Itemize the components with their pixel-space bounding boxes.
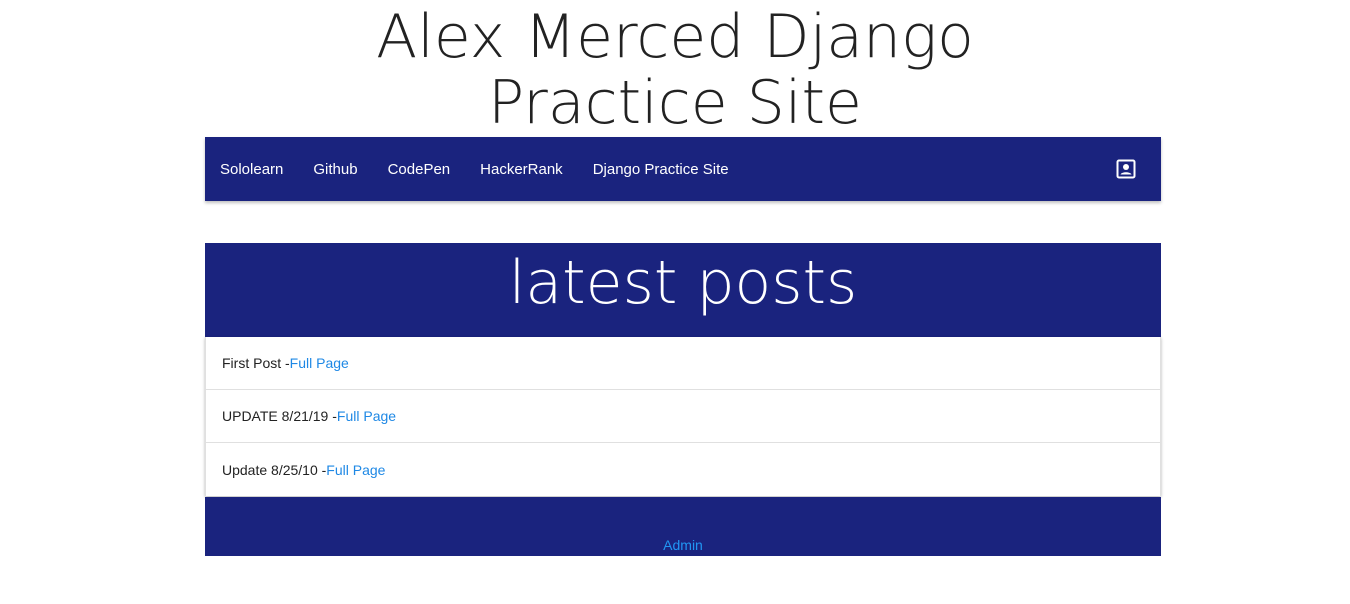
admin-link[interactable]: Admin bbox=[205, 537, 1161, 553]
nav-link-sololearn[interactable]: Sololearn bbox=[220, 161, 283, 178]
site-title-line-1: Alex Merced Django bbox=[376, 2, 974, 72]
post-title: Update 8/25/10 - bbox=[222, 461, 327, 478]
list-item: UPDATE 8/21/19 - Full Page bbox=[206, 390, 1160, 443]
posts-heading: latest posts bbox=[205, 243, 1161, 337]
navbar: Sololearn Github CodePen HackerRank Djan… bbox=[205, 137, 1161, 201]
post-title: First Post - bbox=[222, 355, 290, 371]
site-title: Alex Merced Django Practice Site bbox=[0, 0, 1350, 136]
full-page-link[interactable]: Full Page bbox=[290, 355, 349, 371]
nav-links: Sololearn Github CodePen HackerRank Djan… bbox=[205, 161, 759, 178]
list-item: First Post - Full Page bbox=[206, 337, 1160, 390]
list-item: Update 8/25/10 - Full Page bbox=[206, 443, 1160, 496]
posts-list: First Post - Full Page UPDATE 8/21/19 - Fu… bbox=[205, 337, 1161, 496]
full-page-link[interactable]: Full Page bbox=[337, 408, 396, 424]
nav-link-codepen[interactable]: CodePen bbox=[388, 161, 451, 178]
nav-link-django-practice-site[interactable]: Django Practice Site bbox=[593, 161, 729, 178]
site-title-line-2: Practice Site bbox=[488, 68, 862, 138]
footer: Admin bbox=[205, 497, 1161, 556]
nav-link-github[interactable]: Github bbox=[313, 161, 357, 178]
full-page-link[interactable]: Full Page bbox=[326, 462, 385, 478]
post-title: UPDATE 8/21/19 - bbox=[222, 408, 337, 424]
account-box-icon[interactable] bbox=[1116, 159, 1136, 179]
nav-link-hackerrank[interactable]: HackerRank bbox=[480, 161, 563, 178]
